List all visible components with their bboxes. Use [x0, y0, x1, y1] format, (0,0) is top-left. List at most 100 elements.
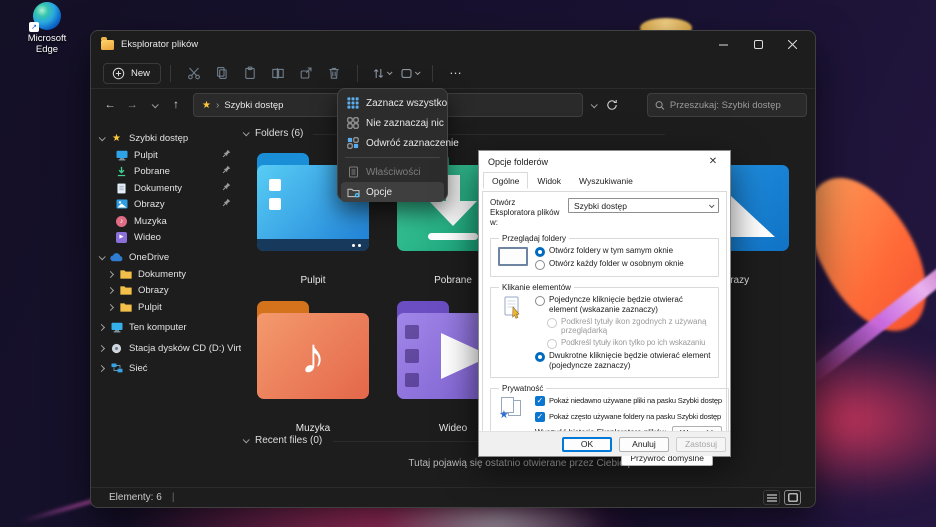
- sidebar-item-quick-access[interactable]: ★ Szybki dostęp: [91, 130, 241, 146]
- search-input[interactable]: [670, 100, 799, 111]
- downloads-icon: [115, 166, 128, 177]
- desktop: ↗ Microsoft Edge Eksplorator plików Ne: [0, 0, 936, 527]
- chevron-right-icon[interactable]: [98, 323, 105, 330]
- properties-icon: [346, 166, 360, 178]
- combobox-value: Szybki dostęp: [574, 201, 627, 211]
- rename-button[interactable]: [264, 61, 292, 85]
- click-items-icon: [497, 293, 529, 373]
- tab-widok[interactable]: Widok: [528, 172, 570, 189]
- menu-item-select-all[interactable]: Zaznacz wszystko: [341, 93, 444, 113]
- apply-button[interactable]: Zastosuj: [676, 437, 726, 452]
- edge-desktop-shortcut[interactable]: ↗ Microsoft Edge: [16, 2, 78, 55]
- menu-item-options[interactable]: Opcje: [341, 182, 444, 202]
- select-all-icon: [346, 97, 360, 109]
- sidebar-item-pobrane[interactable]: Pobrane: [91, 163, 241, 179]
- sidebar-item-label: Obrazy: [138, 285, 241, 296]
- star-icon: ★: [110, 133, 123, 144]
- forward-button[interactable]: →: [121, 99, 143, 111]
- music-folder-icon: ♪: [257, 301, 369, 399]
- tab-wyszukiwanie[interactable]: Wyszukiwanie: [570, 172, 642, 189]
- sidebar-item-dokumenty[interactable]: Dokumenty: [91, 180, 241, 196]
- address-extras: [591, 99, 618, 111]
- paste-icon: [243, 66, 257, 80]
- share-button[interactable]: [292, 61, 320, 85]
- video-icon: [115, 232, 128, 243]
- checkbox-frequent-folders[interactable]: Pokaż często używane foldery na pasku Sz…: [535, 412, 722, 422]
- browse-folders-icon: [498, 247, 528, 266]
- sidebar-item-label: Obrazy: [134, 199, 216, 210]
- sidebar-item-onedrive-obrazy[interactable]: Obrazy: [91, 282, 241, 298]
- chevron-right-icon[interactable]: [107, 286, 114, 293]
- sidebar-item-obrazy[interactable]: Obrazy: [91, 196, 241, 212]
- sidebar-item-wideo[interactable]: Wideo: [91, 229, 241, 245]
- breadcrumb[interactable]: Szybki dostęp: [224, 100, 283, 111]
- new-button[interactable]: New: [103, 63, 161, 84]
- chevron-down-icon[interactable]: [99, 134, 106, 141]
- folder-tile-muzyka[interactable]: ♪ Muzyka: [243, 279, 383, 434]
- radio-underline-browser[interactable]: Podkreśl tytuły ikon zgodnych z używaną …: [547, 317, 712, 337]
- sidebar-item-network[interactable]: Sieć: [91, 360, 241, 376]
- large-icons-view-button[interactable]: [784, 490, 801, 505]
- see-more-button[interactable]: …: [442, 61, 470, 85]
- chevron-right-icon[interactable]: [107, 303, 114, 310]
- radio-underline-hover[interactable]: Podkreśl tytuły ikon tylko po ich wskaza…: [547, 338, 712, 349]
- search-box[interactable]: [647, 93, 807, 117]
- see-more-context-menu: Zaznacz wszystko Nie zaznaczaj nic Odwró…: [337, 88, 448, 201]
- rename-icon: [271, 66, 285, 80]
- sort-button[interactable]: [367, 61, 395, 85]
- copy-button[interactable]: [208, 61, 236, 85]
- chevron-right-icon[interactable]: [98, 344, 105, 351]
- address-dropdown-chevron-icon[interactable]: [591, 101, 598, 108]
- sidebar-item-this-pc[interactable]: Ten komputer: [91, 319, 241, 335]
- menu-item-select-none[interactable]: Nie zaznaczaj nic: [341, 113, 444, 133]
- refresh-icon[interactable]: [606, 99, 618, 111]
- items-count: Elementy: 6: [109, 492, 162, 503]
- menu-item-properties[interactable]: Właściwości: [341, 162, 444, 182]
- radio-double-click[interactable]: Dwukrotne kliknięcie będzie otwierać ele…: [535, 351, 712, 371]
- menu-divider: [345, 157, 440, 158]
- delete-button[interactable]: [320, 61, 348, 85]
- radio-single-click[interactable]: Pojedyncze kliknięcie będzie otwierać el…: [535, 295, 712, 315]
- sidebar-item-muzyka[interactable]: Muzyka: [91, 213, 241, 229]
- menu-item-invert-selection[interactable]: Odwróć zaznaczenie: [341, 133, 444, 153]
- view-button[interactable]: [395, 61, 423, 85]
- edge-shortcut-label: Microsoft Edge: [16, 33, 78, 55]
- tab-ogolne[interactable]: Ogólne: [483, 172, 528, 189]
- chevron-down-icon[interactable]: [99, 253, 106, 260]
- chevron-right-icon[interactable]: [98, 364, 105, 371]
- paste-button[interactable]: [236, 61, 264, 85]
- trash-icon: [327, 66, 341, 80]
- sidebar-item-onedrive-dokumenty[interactable]: Dokumenty: [91, 266, 241, 282]
- invert-selection-icon: [346, 137, 360, 149]
- up-button[interactable]: ↑: [165, 99, 187, 111]
- sidebar-item-onedrive-pulpit[interactable]: Pulpit: [91, 299, 241, 315]
- radio-icon: [535, 296, 545, 306]
- maximize-button[interactable]: [741, 31, 775, 58]
- recent-files-section-header[interactable]: Recent files (0): [243, 435, 322, 446]
- sidebar-item-cd-drive[interactable]: Stacja dysków CD (D:) VirtualBox: [91, 340, 241, 356]
- browse-folders-group: Przeglądaj foldery Otwórz foldery w tym …: [490, 234, 719, 277]
- checkbox-recent-files[interactable]: Pokaż niedawno używane pliki na pasku Sz…: [535, 396, 722, 406]
- menu-item-label: Opcje: [366, 187, 392, 198]
- open-explorer-combobox[interactable]: Szybki dostęp: [568, 198, 719, 213]
- sidebar-item-pulpit[interactable]: Pulpit: [91, 147, 241, 163]
- recent-locations-button[interactable]: [143, 99, 165, 111]
- radio-same-window[interactable]: Otwórz foldery w tym samym oknie: [535, 246, 712, 257]
- sidebar-item-onedrive[interactable]: OneDrive: [91, 249, 241, 265]
- sidebar-item-label: Muzyka: [134, 216, 241, 227]
- ellipsis-icon: …: [449, 67, 463, 79]
- cancel-button[interactable]: Anuluj: [619, 437, 669, 452]
- chevron-right-icon[interactable]: [107, 270, 114, 277]
- details-view-button[interactable]: [763, 490, 780, 505]
- minimize-button[interactable]: [707, 31, 741, 58]
- ok-button[interactable]: OK: [562, 437, 612, 452]
- back-button[interactable]: ←: [99, 99, 121, 111]
- dialog-close-button[interactable]: ✕: [705, 156, 721, 167]
- close-button[interactable]: [775, 31, 809, 58]
- dialog-titlebar: Opcje folderów ✕: [479, 151, 730, 172]
- chevron-down-icon[interactable]: [243, 436, 250, 443]
- radio-separate-window[interactable]: Otwórz każdy folder w osobnym oknie: [535, 259, 712, 270]
- computer-icon: [110, 322, 123, 333]
- cut-button[interactable]: [180, 61, 208, 85]
- sidebar-item-label: Ten komputer: [129, 322, 241, 333]
